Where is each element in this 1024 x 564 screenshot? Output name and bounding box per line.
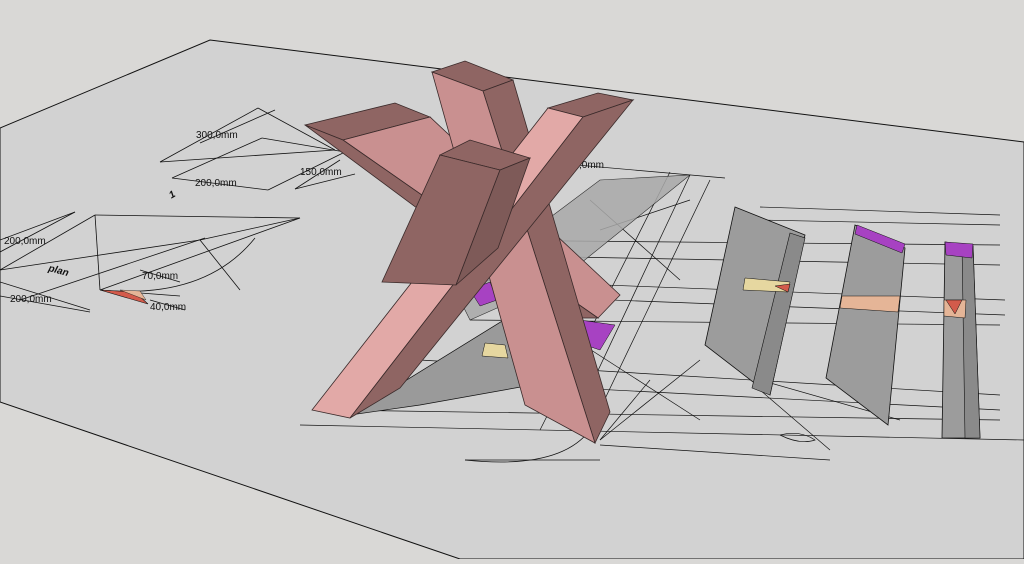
dim-150: 150,0mm — [300, 167, 342, 178]
dim-200-bottom: 200,0mm — [10, 294, 52, 305]
dim-70: 70,0mm — [142, 271, 178, 282]
dim-40: 40,0mm — [150, 302, 186, 313]
section-3-purple — [944, 241, 974, 259]
dim-200-top: 200,0mm — [195, 178, 237, 189]
dim-300: 300,0mm — [196, 130, 238, 141]
3d-model-viewport[interactable]: 300,0mm 200,0mm 150,0mm 200,0mm 200,0mm … — [0, 0, 1024, 560]
dim-partial: ,0mm — [579, 160, 604, 171]
dim-200-left: 200,0mm — [4, 236, 46, 247]
model-canvas: 300,0mm 200,0mm 150,0mm 200,0mm 200,0mm … — [0, 39, 1024, 560]
yellow-patch-center — [481, 342, 509, 359]
